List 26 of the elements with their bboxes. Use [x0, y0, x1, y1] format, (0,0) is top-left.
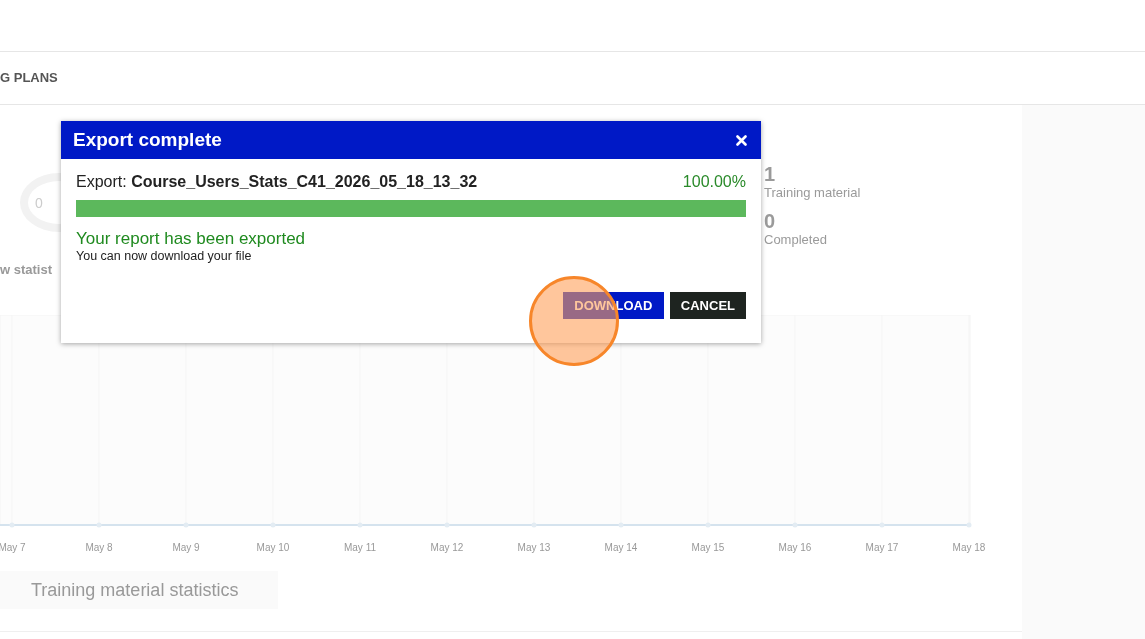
tab[interactable]: G PLANS: [0, 69, 58, 85]
stat-value: 1: [764, 163, 777, 185]
close-button[interactable]: [736, 134, 747, 146]
axis-label: May 13: [517, 542, 551, 553]
axis-label: May 7: [0, 542, 26, 553]
cancel-button[interactable]: CANCEL: [669, 292, 746, 319]
axis-label: May 17: [865, 542, 899, 553]
axis-label: May 8: [85, 542, 113, 553]
axis-label: May 18: [952, 542, 986, 553]
axis-label: May 14: [604, 542, 638, 553]
stat-value: 0: [764, 210, 777, 232]
axis-label: May 15: [691, 542, 725, 553]
stat-label: Completed: [764, 232, 828, 247]
section-title: w statist: [0, 262, 53, 277]
dialog-title: Export complete: [73, 129, 222, 151]
success-message: Your report has been exported: [76, 229, 307, 249]
close-icon: [736, 134, 747, 146]
axis-label: May 16: [778, 542, 812, 553]
axis-label: May 9: [172, 542, 200, 553]
axis-label: May 12: [430, 542, 464, 553]
hint-text: You can now download your file: [76, 249, 253, 263]
progress-percent: 100.00%: [682, 173, 746, 191]
axis-label: May 11: [343, 542, 377, 553]
axis-label: May 10: [256, 542, 290, 553]
export-file-text: Export: Course_Users_Stats_C41_2026_05_18_13_32: [76, 173, 478, 191]
stat-label: Training material: [764, 185, 861, 200]
